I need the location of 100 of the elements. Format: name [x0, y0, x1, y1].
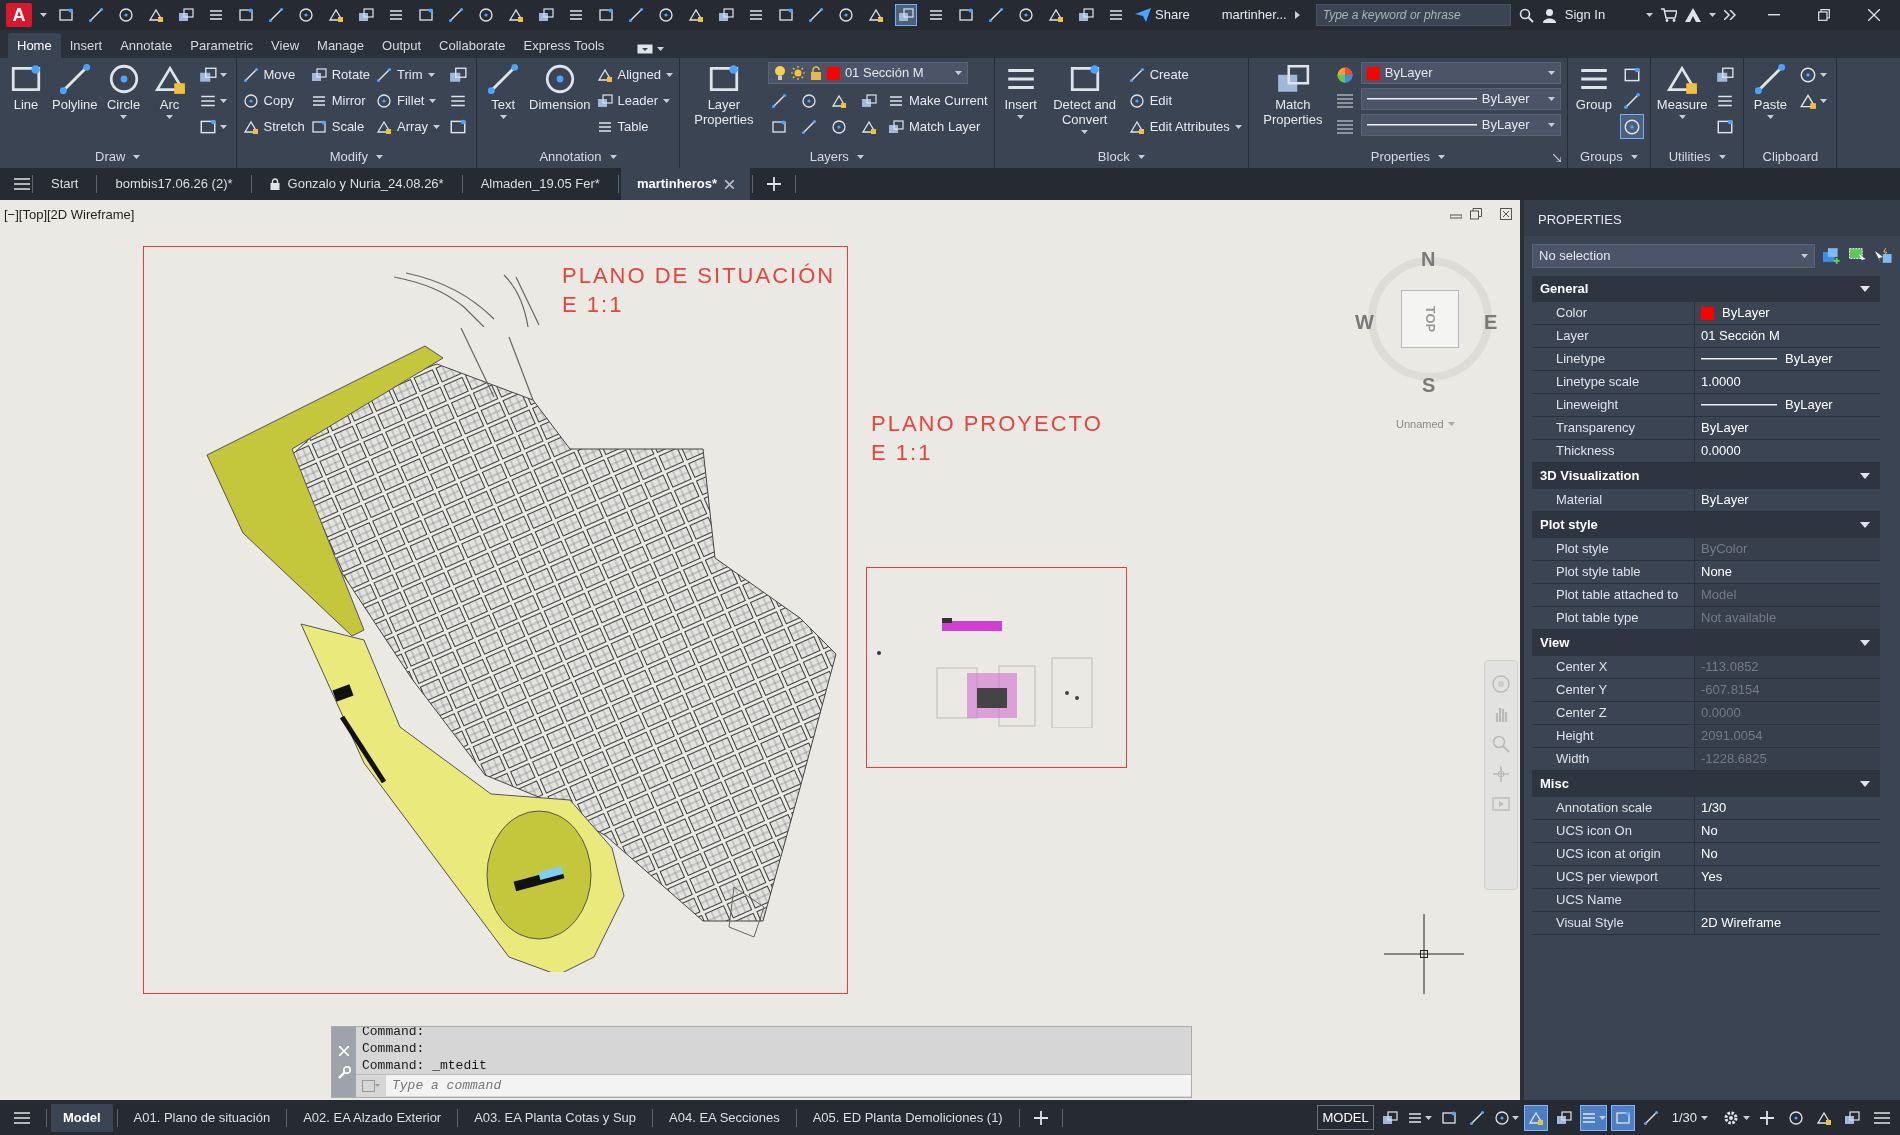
ribbon-tool-button[interactable]: Polyline: [52, 62, 98, 113]
ribbon-tool-button[interactable]: Detect and Convert: [1046, 62, 1123, 134]
status-toggle-button[interactable]: [1523, 1104, 1548, 1131]
ribbon-tab[interactable]: Insert: [60, 32, 112, 58]
menu-button[interactable]: [1874, 1111, 1890, 1124]
property-value[interactable]: ByLayer: [1701, 418, 1749, 438]
panel-toggle-button[interactable]: [637, 44, 665, 54]
panel-title-button[interactable]: Utilities: [1668, 147, 1726, 167]
panel-title-button[interactable]: Clipboard: [1762, 147, 1819, 167]
plus-icon[interactable]: [1760, 1110, 1774, 1125]
ribbon-tool-button[interactable]: Fillet: [376, 88, 441, 113]
ribbon-tab[interactable]: Express Tools: [514, 32, 614, 58]
layout-tab[interactable]: A02. EA Alzado Exterior: [291, 1103, 454, 1132]
minimize-button[interactable]: [1768, 14, 1780, 16]
panel-title-button[interactable]: Layers: [809, 147, 864, 167]
panel-title-button[interactable]: Properties: [1370, 147, 1445, 167]
section-header[interactable]: 3D Visualization: [1532, 463, 1880, 489]
ribbon-tool-button[interactable]: Paste: [1750, 62, 1791, 119]
panel-title-button[interactable]: Annotation: [539, 147, 617, 167]
property-value[interactable]: 1/30: [1701, 798, 1727, 818]
ribbon-tool-button[interactable]: Copy: [242, 88, 305, 113]
ribbon-tool-button[interactable]: Circle: [103, 62, 144, 119]
compass-direction[interactable]: W: [1355, 307, 1374, 337]
property-value[interactable]: 1.0000: [1701, 372, 1741, 392]
file-tab[interactable]: bombis17.06.26 (2)*: [99, 168, 249, 200]
ribbon-tool-button[interactable]: Trim: [376, 62, 441, 87]
panel-title-button[interactable]: Block: [1097, 147, 1145, 167]
compass-direction[interactable]: S: [1422, 370, 1436, 400]
ribbon-tool-button[interactable]: Aligned: [596, 62, 673, 87]
layer-dropdown[interactable]: 01 Sección M: [767, 62, 968, 84]
property-dropdown[interactable]: ByLayer: [1360, 62, 1561, 84]
section-header[interactable]: Plot style: [1532, 512, 1880, 538]
viewport-close-icon[interactable]: [1500, 208, 1512, 220]
ribbon-tool-button[interactable]: Match Layer: [887, 114, 981, 139]
ribbon-tab[interactable]: Collaborate: [430, 32, 515, 58]
status-toggle-button[interactable]: [1579, 1104, 1607, 1131]
layout-tab[interactable]: Model: [51, 1103, 113, 1132]
double-chevron-icon[interactable]: [1724, 10, 1736, 20]
file-tab[interactable]: Almaden_19.05 Fer*: [464, 168, 616, 200]
restore-button[interactable]: [1818, 9, 1830, 21]
ribbon-tool-button[interactable]: Dimension: [529, 62, 591, 113]
selection-dropdown[interactable]: No selection: [1532, 244, 1816, 268]
gear-icon[interactable]: [1723, 1109, 1739, 1126]
ribbon-tool-button[interactable]: Scale: [310, 114, 371, 139]
property-dropdown[interactable]: ByLayer: [1360, 114, 1561, 136]
ribbon-tool-button[interactable]: Mirror: [310, 88, 371, 113]
ribbon-tool-button[interactable]: Arc: [149, 62, 190, 119]
ribbon-tab[interactable]: Parametric: [181, 32, 263, 58]
file-tab[interactable]: Start: [35, 168, 95, 200]
property-value[interactable]: 2D Wireframe: [1701, 913, 1782, 933]
ribbon-tool-button[interactable]: Text: [483, 62, 524, 119]
ribbon-tool-button[interactable]: Create: [1128, 62, 1242, 87]
layout-tab[interactable]: A04. EA Secciones: [657, 1103, 792, 1132]
close-icon[interactable]: [725, 179, 735, 189]
property-value[interactable]: No: [1701, 844, 1718, 864]
section-header[interactable]: General: [1532, 276, 1880, 302]
layout-tab[interactable]: A05. ED Planta Demoliciones (1): [800, 1103, 1015, 1132]
ribbon-tab[interactable]: View: [262, 32, 309, 58]
panel-title-button[interactable]: Draw: [95, 147, 141, 167]
app-logo[interactable]: A: [6, 3, 32, 27]
ribbon-tab[interactable]: Annotate: [111, 32, 182, 58]
add-tab-button[interactable]: [1033, 1110, 1048, 1125]
sign-in-button[interactable]: Sign In: [1564, 5, 1606, 25]
quick-select-icon[interactable]: [1823, 248, 1841, 264]
ribbon-tool-button[interactable]: Insert: [1000, 62, 1041, 119]
ribbon-tool-button[interactable]: Move: [242, 62, 305, 87]
property-dropdown[interactable]: ByLayer: [1360, 88, 1561, 110]
menu-button[interactable]: [14, 1111, 30, 1124]
ribbon-tool-button[interactable]: Layer Properties: [685, 62, 762, 128]
ribbon-tool-button[interactable]: Stretch: [242, 114, 305, 139]
pickadd-icon[interactable]: [1874, 248, 1892, 264]
ribbon-tool-button[interactable]: Leader: [596, 88, 673, 113]
launcher-arrow-icon[interactable]: [1552, 154, 1561, 162]
model-space-button[interactable]: MODEL: [1317, 1104, 1374, 1131]
status-toggle-button[interactable]: [1610, 1104, 1635, 1131]
close-button[interactable]: [1868, 9, 1880, 21]
add-tab-button[interactable]: [767, 177, 782, 191]
property-value[interactable]: ByLayer: [1785, 395, 1833, 415]
ribbon-tab[interactable]: Home: [8, 32, 61, 58]
menu-button[interactable]: [14, 178, 30, 190]
annotation-scale-button[interactable]: 1/30: [1666, 1104, 1713, 1131]
ribbon-icon-button[interactable]: [1619, 114, 1644, 139]
property-value[interactable]: None: [1701, 562, 1733, 582]
ribbon-tool-button[interactable]: Measure: [1656, 62, 1708, 119]
property-value[interactable]: ByLayer: [1722, 303, 1770, 323]
ribbon-tool-button[interactable]: Make Current: [887, 88, 988, 113]
share-button[interactable]: Share: [1135, 5, 1190, 25]
property-value[interactable]: ByLayer: [1701, 490, 1749, 510]
layout-tab[interactable]: A01. Plano de situación: [121, 1103, 283, 1132]
property-value[interactable]: No: [1701, 821, 1718, 841]
viewport-label[interactable]: [−][Top][2D Wireframe]: [4, 205, 135, 225]
ribbon-tool-button[interactable]: Edit Attributes: [1128, 114, 1242, 139]
search-field[interactable]: Type a keyword or phrase: [1315, 4, 1511, 26]
panel-title-button[interactable]: Groups: [1580, 147, 1638, 167]
property-value[interactable]: Yes: [1701, 867, 1723, 887]
ribbon-tool-button[interactable]: Group: [1573, 62, 1614, 113]
property-value[interactable]: 01 Sección M: [1701, 326, 1780, 346]
cart-icon[interactable]: [1661, 8, 1677, 22]
ribbon-tool-button[interactable]: Match Properties: [1254, 62, 1331, 128]
ribbon-tool-button[interactable]: Rotate: [310, 62, 371, 87]
